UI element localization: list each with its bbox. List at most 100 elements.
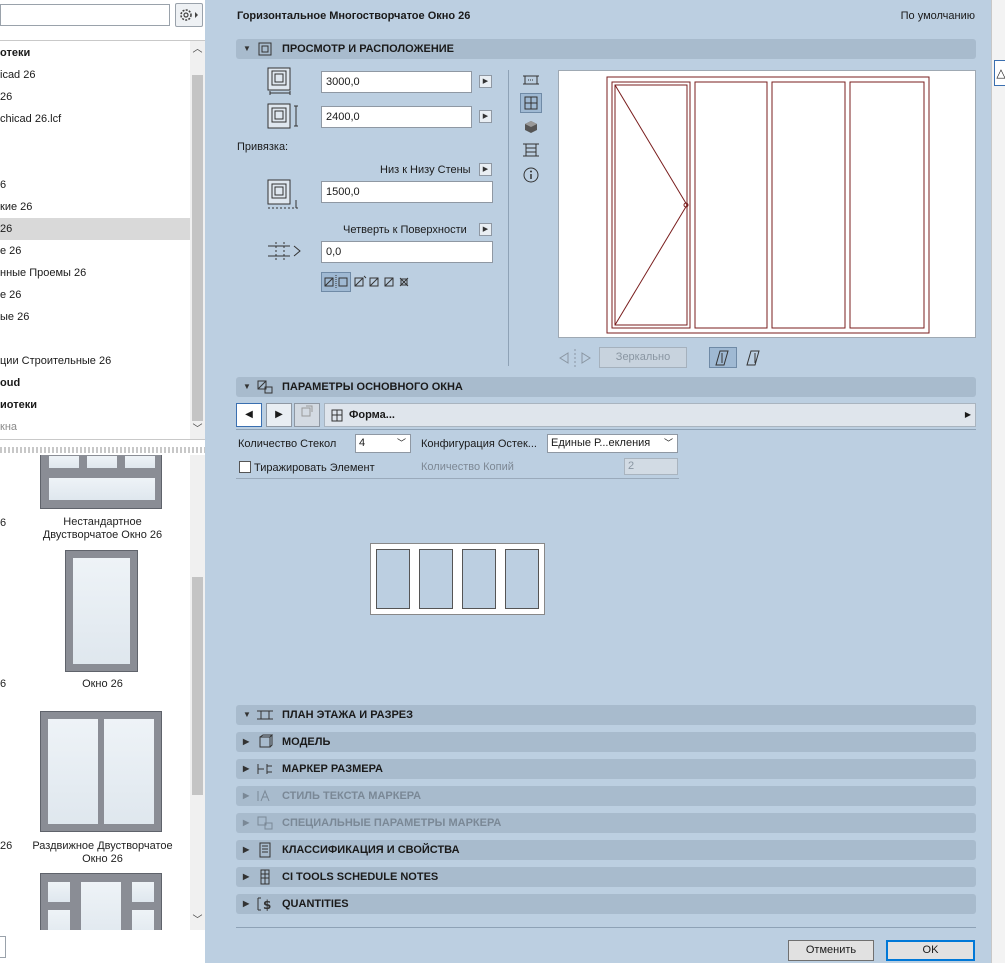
section-dimension-marker[interactable]: ▶ МАРКЕР РАЗМЕРА: [236, 759, 976, 779]
cube-3d-icon: [525, 121, 537, 133]
preview-mode-info[interactable]: [520, 165, 542, 185]
preview-mode-3d[interactable]: [520, 117, 542, 137]
tree-item[interactable]: chicad 26.lcf: [0, 108, 190, 130]
tree-item[interactable]: oud: [0, 372, 190, 394]
preview-mode-plan[interactable]: [520, 140, 542, 160]
section-plan-section[interactable]: ▼ ПЛАН ЭТАЖА И РАЗРЕЗ: [236, 705, 976, 725]
anchor-center-icon[interactable]: [368, 274, 382, 290]
section-splitter[interactable]: [0, 447, 205, 453]
scroll-down-icon[interactable]: ﹀: [190, 914, 205, 928]
gallery-item-label[interactable]: Окно 26: [40, 678, 165, 691]
section-quantities[interactable]: ▶ $ QUANTITIES: [236, 894, 976, 914]
pane-1[interactable]: [376, 549, 410, 609]
section-marker-special[interactable]: ▶ СПЕЦИАЛЬНЫЕ ПАРАМЕТРЫ МАРКЕРА: [236, 813, 976, 833]
reveal-menu-arrow[interactable]: ▶: [479, 223, 492, 236]
preview-mode-elevation[interactable]: [520, 93, 542, 113]
replicate-checkbox[interactable]: [239, 461, 251, 473]
window-thumbnail[interactable]: [40, 455, 162, 509]
section-title: QUANTITIES: [282, 898, 349, 910]
tree-item[interactable]: кна: [0, 416, 190, 438]
window-thumbnail[interactable]: [40, 873, 162, 930]
section-view-position[interactable]: ▼ ПРОСМОТР И РАСПОЛОЖЕНИЕ: [236, 39, 976, 59]
ok-button[interactable]: OK: [886, 940, 975, 961]
prev-page-button[interactable]: ◀: [236, 403, 262, 427]
section-marker-text-style[interactable]: ▶ СТИЛЬ ТЕКСТА МАРКЕРА: [236, 786, 976, 806]
tree-item[interactable]: 26: [0, 86, 190, 108]
anchor-menu-arrow[interactable]: ▶: [479, 163, 492, 176]
cancel-button[interactable]: Отменить: [788, 940, 874, 961]
tree-item[interactable]: отеки: [0, 42, 190, 64]
opening-side-right[interactable]: [740, 347, 768, 368]
sill-field[interactable]: 1500,0: [321, 181, 493, 203]
tree-item[interactable]: ции Строительные 26: [0, 350, 190, 372]
model-icon: [259, 734, 274, 748]
tree-item[interactable]: ые 26: [0, 306, 190, 328]
window-thumbnail[interactable]: [65, 550, 138, 672]
mirror-button[interactable]: Зеркально: [599, 347, 687, 368]
scroll-down-icon[interactable]: ﹀: [190, 423, 205, 437]
tree-item[interactable]: [0, 130, 190, 152]
height-menu-arrow[interactable]: ▶: [479, 110, 492, 123]
gallery-scrollbar[interactable]: ﹀: [190, 455, 205, 930]
section-main-params[interactable]: ▼ ПАРАМЕТРЫ ОСНОВНОГО ОКНА: [236, 377, 976, 397]
tree-item[interactable]: [0, 152, 190, 174]
width-field[interactable]: 3000,0: [321, 71, 472, 93]
scroll-thumb[interactable]: [192, 577, 203, 795]
pane-count-select[interactable]: 4 ﹀: [355, 434, 411, 453]
pane-count-value: 4: [359, 437, 366, 449]
mirror-icon: [559, 349, 591, 367]
tree-item[interactable]: е 26: [0, 240, 190, 262]
preview-mode-section[interactable]: [520, 70, 542, 90]
width-menu-arrow[interactable]: ▶: [479, 75, 492, 88]
section-classification[interactable]: ▶ КЛАССИФИКАЦИЯ И СВОЙСТВА: [236, 840, 976, 860]
anchor-mode-label[interactable]: Низ к Низу Стены: [380, 164, 471, 176]
opening-side-left[interactable]: [709, 347, 737, 368]
expand-icon: ▶: [243, 899, 250, 908]
pane-4[interactable]: [505, 549, 539, 609]
expand-icon: ▶: [243, 845, 250, 854]
panel-splitter[interactable]: [205, 0, 218, 963]
reveal-field[interactable]: 0,0: [321, 241, 493, 263]
tree-item[interactable]: е 26: [0, 284, 190, 306]
section-title: КЛАССИФИКАЦИЯ И СВОЙСТВА: [282, 844, 460, 856]
anchor-inside-icon[interactable]: [353, 274, 367, 290]
collapse-icon: ▼: [243, 382, 251, 391]
gallery-item-label[interactable]: Раздвижное Двустворчатое Окно 26: [25, 840, 180, 866]
glazing-config-select[interactable]: Единые Р...екления ﹀: [547, 434, 678, 453]
tree-item[interactable]: кие 26: [0, 196, 190, 218]
section-title: ПРОСМОТР И РАСПОЛОЖЕНИЕ: [282, 43, 455, 55]
window-thumbnail[interactable]: [40, 711, 162, 832]
tree-item[interactable]: 6: [0, 174, 190, 196]
scroll-up-icon[interactable]: ︿: [190, 43, 205, 57]
copies-field: 2: [624, 458, 678, 475]
tree-item[interactable]: icad 26: [0, 64, 190, 86]
page-list-button[interactable]: [294, 403, 320, 427]
anchor-mode-option-active[interactable]: [321, 272, 351, 292]
section-model[interactable]: ▶ МОДЕЛЬ: [236, 732, 976, 752]
pane-3[interactable]: [462, 549, 496, 609]
settings-button[interactable]: [175, 3, 203, 27]
reveal-mode-label[interactable]: Четверть к Поверхности: [343, 224, 467, 236]
tree-item[interactable]: [0, 328, 190, 350]
gallery-item-label[interactable]: Нестандартное Двустворчатое Окно 26: [30, 516, 175, 542]
tree-item-selected[interactable]: 26: [0, 218, 190, 240]
anchor-label: Привязка:: [237, 141, 289, 153]
tab-form[interactable]: Форма... ▶: [324, 403, 976, 427]
section-ci-tools[interactable]: ▶ CI TOOLS SCHEDULE NOTES: [236, 867, 976, 887]
triangle-icon[interactable]: △: [994, 60, 1005, 86]
scroll-thumb[interactable]: [192, 75, 203, 421]
anchor-core-icon[interactable]: [383, 274, 397, 290]
anchor-reveal-icon[interactable]: [398, 274, 412, 290]
height-field[interactable]: 2400,0: [321, 106, 472, 128]
next-page-button[interactable]: ▶: [266, 403, 292, 427]
width-icon: [267, 67, 291, 95]
replicate-label[interactable]: Тиражировать Элемент: [254, 462, 375, 474]
anchor-outside-icon: [324, 275, 348, 289]
window-preview: [558, 70, 976, 338]
tree-item[interactable]: иотеки: [0, 394, 190, 416]
library-search-input[interactable]: [0, 4, 170, 26]
tree-scrollbar[interactable]: ︿ ﹀: [190, 41, 205, 439]
pane-2[interactable]: [419, 549, 453, 609]
parameters-icon: [257, 380, 273, 394]
tree-item[interactable]: нные Проемы 26: [0, 262, 190, 284]
